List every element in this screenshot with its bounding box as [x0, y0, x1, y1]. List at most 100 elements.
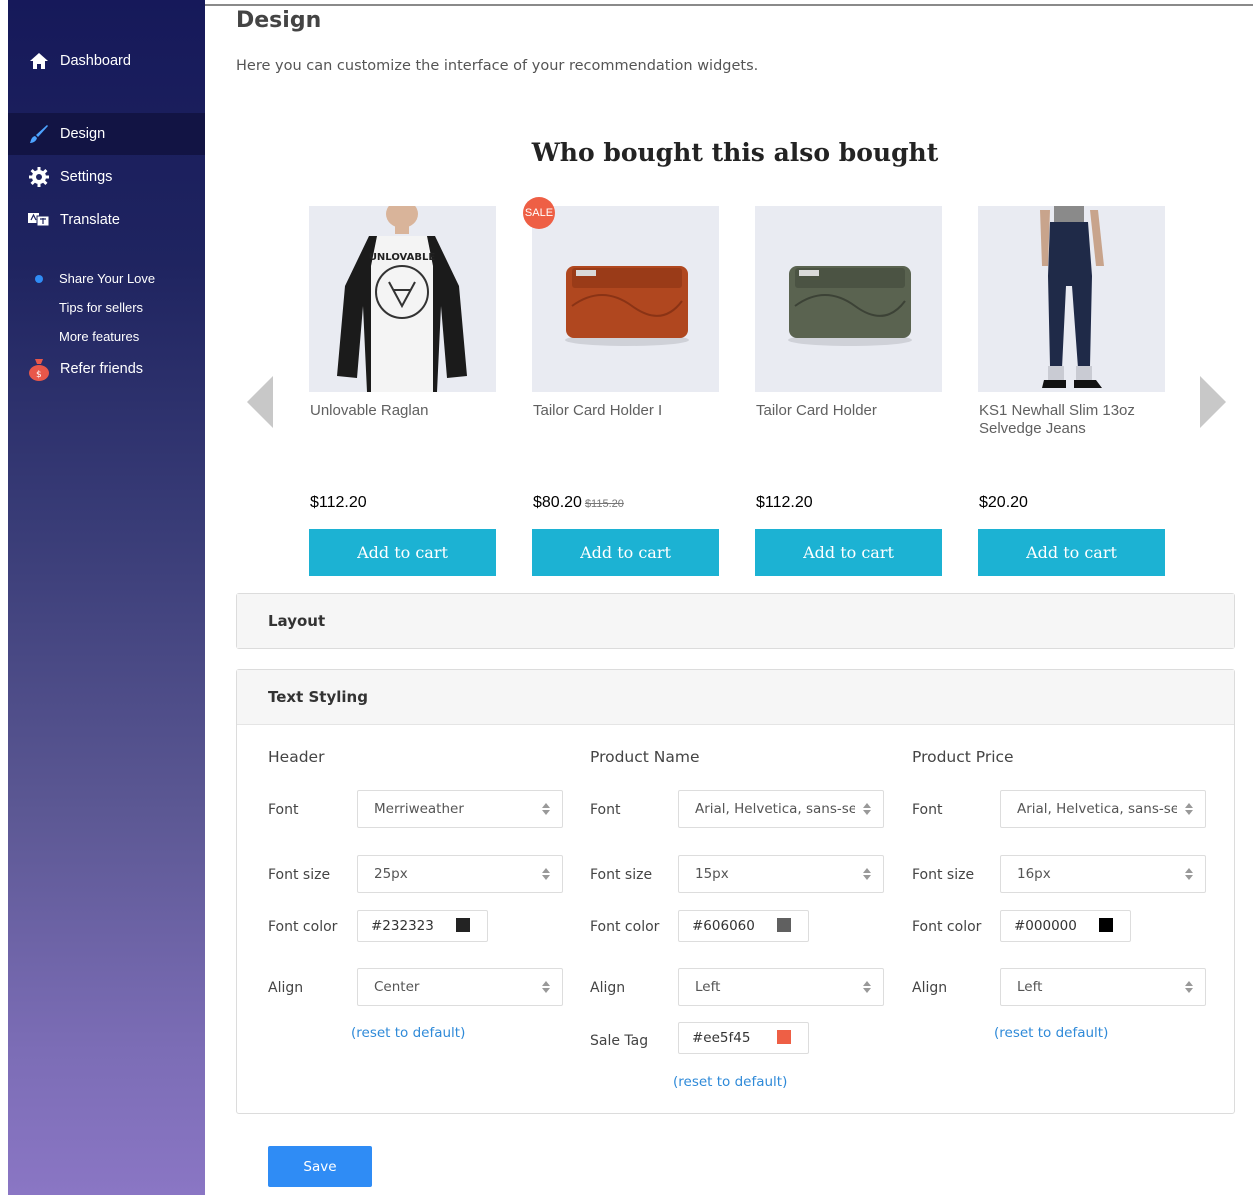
select-value: Merriweather [374, 801, 464, 817]
select-value: 25px [374, 866, 408, 882]
sidebar-item-dashboard[interactable]: Dashboard [8, 40, 205, 82]
select-value: Arial, Helvetica, sans-serif [1017, 801, 1177, 817]
product-name[interactable]: KS1 Newhall Slim 13oz Selvedge Jeans [979, 402, 1165, 438]
product-name[interactable]: Tailor Card Holder [756, 402, 942, 420]
updown-icon [1185, 981, 1193, 993]
main-content: Design Here you can customize the interf… [205, 0, 1253, 1195]
layout-panel-header[interactable]: Layout [237, 594, 1234, 648]
sidebar-item-translate[interactable]: Translate [8, 199, 205, 241]
align-label: Align [912, 980, 948, 996]
widget-title: Who bought this also bought [531, 138, 939, 167]
color-swatch[interactable] [456, 918, 470, 932]
product-price: $112.20 [756, 494, 813, 511]
align-label: Align [590, 980, 626, 996]
select-value: Center [374, 979, 420, 995]
money-bag-icon: $ [28, 359, 50, 381]
product-price-font-select[interactable]: Arial, Helvetica, sans-serif [1000, 790, 1206, 828]
header-font-size-select[interactable]: 25px [357, 855, 563, 893]
product-price-column-title: Product Price [912, 748, 1014, 766]
font-size-label: Font size [268, 867, 331, 883]
sidebar-subitem-tips-for-sellers[interactable]: Tips for sellers [59, 300, 143, 315]
color-value: #232323 [371, 918, 434, 934]
sidebar-item-refer-friends[interactable]: $ Refer friends [8, 348, 205, 390]
color-value: #606060 [692, 918, 755, 934]
product-name-font-size-select[interactable]: 15px [678, 855, 884, 893]
page-description: Here you can customize the interface of … [236, 58, 759, 74]
product-price-reset-link[interactable]: (reset to default) [994, 1025, 1108, 1041]
header-font-select[interactable]: Merriweather [357, 790, 563, 828]
product-price-font-color-input[interactable]: #000000 [1000, 910, 1131, 942]
font-label: Font [912, 802, 943, 818]
sidebar-item-label: Dashboard [60, 53, 131, 69]
color-value: #ee5f45 [692, 1030, 751, 1046]
product-price-align-select[interactable]: Left [1000, 968, 1206, 1006]
color-swatch[interactable] [1099, 918, 1113, 932]
select-value: Left [1017, 979, 1043, 995]
save-button[interactable]: Save [268, 1146, 372, 1187]
product-price: $80.20 $115.20 [533, 494, 624, 511]
carousel-prev-arrow[interactable] [247, 376, 273, 428]
select-value: 15px [695, 866, 729, 882]
product-name[interactable]: Tailor Card Holder I [533, 402, 719, 420]
font-color-label: Font color [268, 919, 338, 935]
sidebar-item-design[interactable]: Design [8, 113, 205, 155]
color-swatch[interactable] [777, 918, 791, 932]
updown-icon [863, 981, 871, 993]
gear-icon [28, 167, 50, 187]
select-value: Left [695, 979, 721, 995]
sidebar: Dashboard Design Settings Translate Shar… [8, 0, 205, 1195]
select-value: Arial, Helvetica, sans-serif [695, 801, 855, 817]
product-card: KS1 Newhall Slim 13oz Selvedge Jeans $20… [978, 206, 1165, 576]
select-value: 16px [1017, 866, 1051, 882]
product-name-reset-link[interactable]: (reset to default) [673, 1074, 787, 1090]
layout-panel: Layout [236, 593, 1235, 649]
header-align-select[interactable]: Center [357, 968, 563, 1006]
original-price: $115.20 [584, 498, 624, 510]
green-card-holder-image[interactable] [755, 206, 942, 392]
updown-icon [1185, 868, 1193, 880]
text-styling-panel-header[interactable]: Text Styling [237, 670, 1234, 725]
sale-tag-color-input[interactable]: #ee5f45 [678, 1022, 809, 1054]
add-to-cart-button[interactable]: Add to cart [755, 529, 942, 576]
jeans-image[interactable] [978, 206, 1165, 392]
home-icon [28, 51, 50, 71]
font-color-label: Font color [590, 919, 660, 935]
page-title: Design [236, 8, 322, 33]
sidebar-subitem-share-your-love[interactable]: Share Your Love [59, 271, 155, 286]
add-to-cart-button[interactable]: Add to cart [532, 529, 719, 576]
product-price-font-size-select[interactable]: 16px [1000, 855, 1206, 893]
translate-icon [28, 210, 50, 230]
add-to-cart-button[interactable]: Add to cart [978, 529, 1165, 576]
color-swatch[interactable] [777, 1030, 791, 1044]
product-name-align-select[interactable]: Left [678, 968, 884, 1006]
sidebar-item-label: Settings [60, 169, 113, 185]
carousel-next-arrow[interactable] [1200, 376, 1226, 428]
raglan-shirt-image[interactable]: UNLOVABLE [309, 206, 496, 392]
sidebar-item-settings[interactable]: Settings [8, 156, 205, 198]
product-name-column-title: Product Name [590, 748, 700, 766]
product-card: UNLOVABLE Unlovable Raglan $112.20 Add t… [309, 206, 496, 576]
product-name-font-select[interactable]: Arial, Helvetica, sans-serif [678, 790, 884, 828]
font-label: Font [590, 802, 621, 818]
product-price: $112.20 [310, 494, 367, 511]
updown-icon [1185, 803, 1193, 815]
updown-icon [863, 868, 871, 880]
updown-icon [542, 868, 550, 880]
product-name[interactable]: Unlovable Raglan [310, 402, 496, 420]
svg-text:$: $ [36, 370, 42, 380]
notification-dot [35, 275, 43, 283]
updown-icon [863, 803, 871, 815]
font-color-label: Font color [912, 919, 982, 935]
svg-text:UNLOVABLE: UNLOVABLE [369, 252, 436, 263]
header-font-color-input[interactable]: #232323 [357, 910, 488, 942]
add-to-cart-button[interactable]: Add to cart [309, 529, 496, 576]
sale-badge: SALE [523, 197, 555, 229]
product-name-font-color-input[interactable]: #606060 [678, 910, 809, 942]
sidebar-item-label: Design [60, 126, 106, 142]
header-column-title: Header [268, 748, 325, 766]
sidebar-item-label: Refer friends [60, 361, 144, 377]
header-reset-link[interactable]: (reset to default) [351, 1025, 465, 1041]
brown-card-holder-image[interactable] [532, 206, 719, 392]
font-label: Font [268, 802, 299, 818]
sidebar-subitem-more-features[interactable]: More features [59, 329, 139, 344]
